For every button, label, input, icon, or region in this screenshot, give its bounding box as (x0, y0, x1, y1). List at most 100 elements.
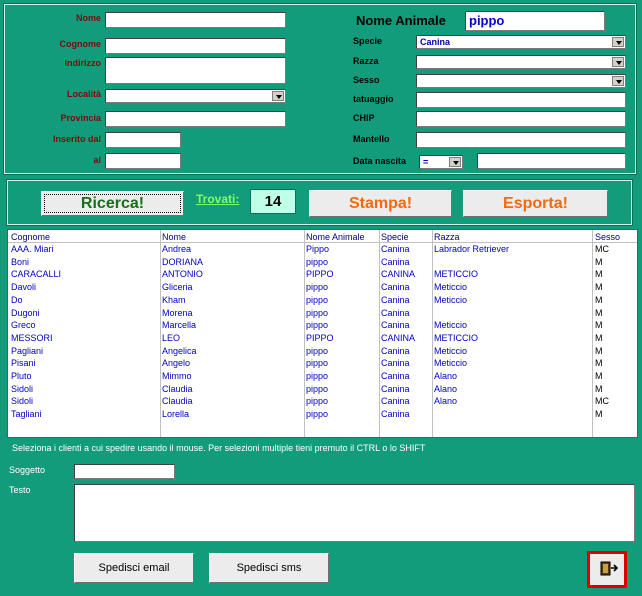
table-cell: M (595, 383, 603, 394)
table-cell: Canina (381, 396, 410, 407)
testo-textarea[interactable] (74, 484, 635, 542)
indirizzo-label: Indirizzo (64, 58, 102, 68)
localita-label: Località (66, 89, 101, 99)
provincia-input[interactable] (105, 111, 286, 127)
table-cell: METICCIO (434, 269, 478, 280)
nome-animale-label: Nome Animale (356, 13, 446, 28)
specie-select[interactable]: Canina (416, 35, 626, 49)
table-cell: Marcella (162, 320, 197, 331)
table-cell: Greco (11, 320, 36, 331)
chevron-down-icon[interactable] (612, 37, 624, 47)
table-cell: M (595, 358, 603, 369)
razza-select[interactable] (416, 55, 626, 69)
table-row[interactable]: Pagliani Angelica pippo Canina Meticcio M (8, 346, 637, 358)
send-email-button[interactable]: Spedisci email (74, 553, 194, 583)
soggetto-input[interactable] (74, 464, 175, 479)
data-operator-select[interactable]: = (419, 155, 463, 169)
table-cell: Mimmo (162, 371, 192, 381)
table-row[interactable]: Sidoli Claudia pippo Canina Alano M (8, 384, 637, 396)
table-row[interactable]: Dugoni Morena pippo Canina M (8, 308, 637, 320)
chevron-down-icon[interactable] (612, 57, 624, 67)
table-cell: Canina (381, 320, 410, 331)
table-cell: Pagliani (11, 345, 44, 356)
exit-door-icon (600, 561, 619, 576)
table-row[interactable]: Tagliani Lorella pippo Canina M (8, 409, 637, 421)
data-operator-value: = (423, 157, 429, 167)
mantello-input[interactable] (416, 132, 626, 148)
table-cell: Meticcio (434, 358, 468, 369)
table-cell: METICCIO (434, 332, 478, 343)
table-cell: MC (595, 244, 609, 254)
indirizzo-input[interactable] (105, 57, 286, 84)
table-cell: M (595, 282, 603, 293)
table-cell: Labrador Retriever (434, 244, 510, 254)
table-cell: ANTONIO (162, 269, 203, 280)
header-nome[interactable]: Nome (162, 232, 186, 242)
selection-hint: Seleziona i clienti a cui spedire usando… (12, 443, 426, 453)
exit-button[interactable] (587, 551, 627, 588)
table-row[interactable]: Greco Marcella pippo Canina Meticcio M (8, 320, 637, 332)
header-cognome[interactable]: Cognome (11, 232, 50, 242)
table-row[interactable]: Davoli Gliceria pippo Canina Meticcio M (8, 282, 637, 294)
specie-value: Canina (420, 37, 451, 47)
search-panel: Nome Cognome Indirizzo Località Provinci… (3, 3, 637, 175)
cognome-input[interactable] (105, 38, 286, 54)
sesso-select[interactable] (416, 74, 626, 88)
table-cell: Kham (162, 294, 186, 305)
table-cell: Alano (434, 396, 458, 407)
tatuaggio-label: tatuaggio (353, 94, 394, 104)
al-input[interactable] (105, 153, 181, 169)
table-cell: M (595, 269, 603, 280)
header-divider (8, 242, 637, 243)
chevron-down-icon[interactable] (449, 157, 461, 167)
inserito-dal-input[interactable] (105, 132, 181, 148)
table-cell: Claudia (162, 396, 193, 407)
header-sesso[interactable]: Sesso (595, 232, 620, 242)
header-nome-animale[interactable]: Nome Animale (306, 232, 365, 242)
table-cell: Morena (162, 307, 193, 318)
stampa-button[interactable]: Stampa! (309, 190, 452, 217)
table-cell: pippo (306, 383, 329, 394)
data-nascita-input[interactable] (477, 153, 626, 169)
razza-label: Razza (353, 56, 379, 66)
table-row[interactable]: CARACALLI ANTONIO PIPPO CANINA METICCIO M (8, 269, 637, 281)
ricerca-button[interactable]: Ricerca! (41, 191, 184, 216)
table-cell: LEO (162, 332, 181, 343)
table-row[interactable]: MESSORI LEO PIPPO CANINA METICCIO M (8, 333, 637, 345)
inserito-dal-label: Inserito dal (52, 134, 101, 144)
table-cell: MC (595, 396, 609, 407)
chip-input[interactable] (416, 111, 626, 127)
nome-input[interactable] (105, 12, 286, 28)
table-cell: Meticcio (434, 294, 468, 305)
localita-select[interactable] (105, 89, 286, 103)
table-row[interactable]: Boni DORIANA pippo Canina M (8, 257, 637, 269)
data-nascita-label: Data nascita (353, 156, 407, 166)
results-table[interactable]: Cognome Nome Nome Animale Specie Razza S… (7, 229, 638, 438)
table-cell: Alano (434, 371, 458, 381)
table-row[interactable]: Sidoli Claudia pippo Canina Alano MC (8, 396, 637, 408)
header-razza[interactable]: Razza (434, 232, 460, 242)
chevron-down-icon[interactable] (272, 91, 284, 101)
table-cell: Canina (381, 244, 410, 254)
table-row[interactable]: AAA. Miari Andrea Pippo Canina Labrador Retr… (8, 244, 637, 256)
table-cell: M (595, 307, 603, 318)
nome-animale-input[interactable]: pippo (465, 11, 605, 31)
table-cell: Sidoli (11, 396, 34, 407)
table-cell: Meticcio (434, 320, 468, 331)
tatuaggio-input[interactable] (416, 92, 626, 108)
action-bar: Ricerca! Trovati: 14 Stampa! Esporta! (6, 179, 633, 226)
table-row[interactable]: Pluto Mimmo pippo Canina Alano M (8, 371, 637, 383)
table-cell: pippo (306, 282, 329, 293)
table-cell: Canina (381, 383, 410, 394)
table-cell: pippo (306, 294, 329, 305)
esporta-button[interactable]: Esporta! (463, 190, 608, 217)
table-row[interactable]: Pisani Angelo pippo Canina Meticcio M (8, 358, 637, 370)
table-cell: PIPPO (306, 269, 334, 280)
header-specie[interactable]: Specie (381, 232, 409, 242)
app-window: Nome Cognome Indirizzo Località Provinci… (0, 0, 642, 596)
testo-label: Testo (9, 485, 31, 495)
sesso-label: Sesso (353, 75, 380, 85)
chevron-down-icon[interactable] (612, 76, 624, 86)
send-sms-button[interactable]: Spedisci sms (209, 553, 329, 583)
table-row[interactable]: Do Kham pippo Canina Meticcio M (8, 295, 637, 307)
